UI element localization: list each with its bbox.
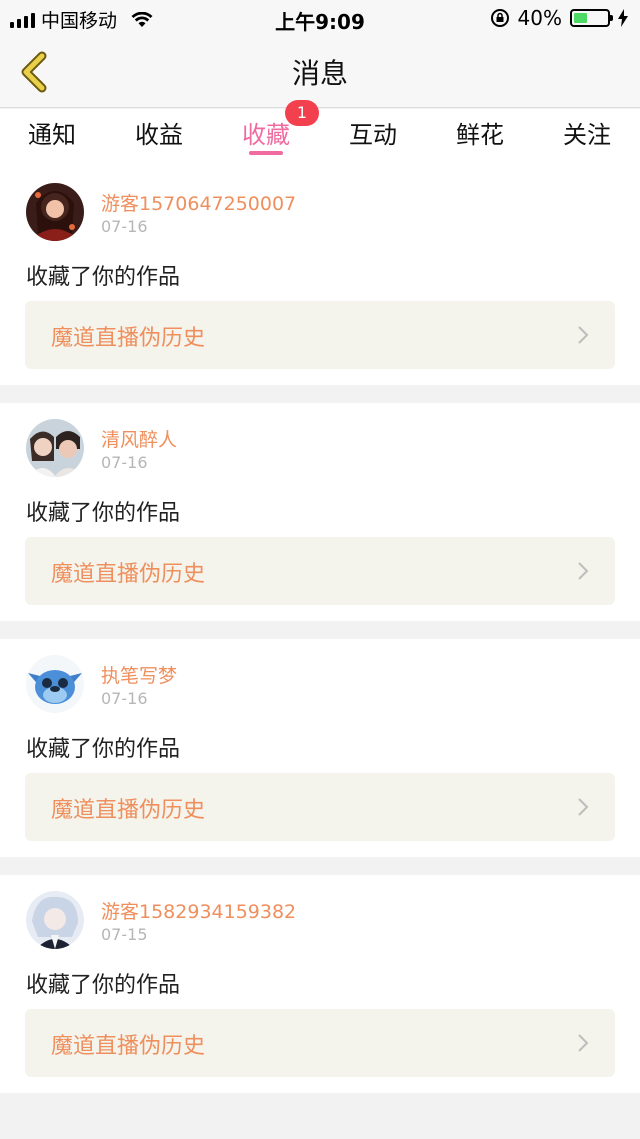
screen: 中国移动 上午9:09 40% 消息 通知 收益 收藏 互动 鲜花 关注 1 游… bbox=[0, 0, 640, 1139]
avatar[interactable] bbox=[26, 655, 84, 713]
tab-interactions[interactable]: 互动 bbox=[328, 115, 418, 150]
work-link[interactable]: 魔道直播伪历史 bbox=[25, 1009, 615, 1077]
action-text: 收藏了你的作品 bbox=[26, 501, 181, 526]
username[interactable]: 清风醉人 bbox=[101, 425, 177, 452]
action-text: 收藏了你的作品 bbox=[26, 973, 181, 998]
rotation-lock-icon bbox=[490, 9, 509, 27]
avatar-image bbox=[26, 419, 84, 477]
avatar[interactable] bbox=[26, 419, 84, 477]
list-item: 游客1582934159382 07-15 收藏了你的作品 魔道直播伪历史 bbox=[0, 875, 640, 1093]
avatar-image bbox=[26, 655, 84, 713]
timestamp: 07-15 bbox=[101, 925, 148, 944]
work-title: 魔道直播伪历史 bbox=[51, 326, 206, 351]
avatar[interactable] bbox=[26, 183, 84, 241]
tab-earnings[interactable]: 收益 bbox=[114, 115, 204, 150]
work-link[interactable]: 魔道直播伪历史 bbox=[25, 301, 615, 369]
work-title: 魔道直播伪历史 bbox=[51, 798, 206, 823]
timestamp: 07-16 bbox=[101, 689, 148, 708]
username[interactable]: 执笔写梦 bbox=[101, 661, 177, 688]
list-item: 清风醉人 07-16 收藏了你的作品 魔道直播伪历史 bbox=[0, 403, 640, 621]
tab-bar: 通知 收益 收藏 互动 鲜花 关注 bbox=[0, 109, 640, 167]
chevron-right-icon bbox=[578, 1034, 589, 1052]
tab-notifications[interactable]: 通知 bbox=[7, 115, 97, 150]
chevron-right-icon bbox=[578, 798, 589, 816]
action-text: 收藏了你的作品 bbox=[26, 737, 181, 762]
avatar[interactable] bbox=[26, 891, 84, 949]
battery-fill bbox=[574, 13, 587, 23]
list-item: 执笔写梦 07-16 收藏了你的作品 魔道直播伪历史 bbox=[0, 639, 640, 857]
page-title: 消息 bbox=[291, 57, 348, 90]
favorites-count-badge: 1 bbox=[285, 100, 319, 126]
action-text: 收藏了你的作品 bbox=[26, 265, 181, 290]
tab-flowers[interactable]: 鲜花 bbox=[435, 115, 525, 150]
avatar-image bbox=[26, 891, 84, 949]
status-right: 40% bbox=[490, 6, 628, 30]
work-title: 魔道直播伪历史 bbox=[51, 1034, 206, 1059]
battery-icon bbox=[570, 9, 613, 27]
work-link[interactable]: 魔道直播伪历史 bbox=[25, 537, 615, 605]
status-bar: 中国移动 上午9:09 40% bbox=[0, 0, 640, 36]
chevron-right-icon bbox=[578, 326, 589, 344]
avatar-image bbox=[26, 183, 84, 241]
chevron-right-icon bbox=[578, 562, 589, 580]
username[interactable]: 游客1582934159382 bbox=[101, 897, 296, 924]
active-tab-indicator bbox=[249, 151, 283, 155]
timestamp: 07-16 bbox=[101, 217, 148, 236]
username[interactable]: 游客1570647250007 bbox=[101, 189, 296, 216]
message-list: 游客1570647250007 07-16 收藏了你的作品 魔道直播伪历史 清风… bbox=[0, 167, 640, 1111]
list-item: 游客1570647250007 07-16 收藏了你的作品 魔道直播伪历史 bbox=[0, 167, 640, 385]
tab-follow[interactable]: 关注 bbox=[542, 115, 632, 150]
work-link[interactable]: 魔道直播伪历史 bbox=[25, 773, 615, 841]
timestamp: 07-16 bbox=[101, 453, 148, 472]
work-title: 魔道直播伪历史 bbox=[51, 562, 206, 587]
battery-percent: 40% bbox=[517, 6, 562, 30]
charging-icon bbox=[618, 9, 628, 27]
nav-bar: 消息 bbox=[0, 36, 640, 108]
